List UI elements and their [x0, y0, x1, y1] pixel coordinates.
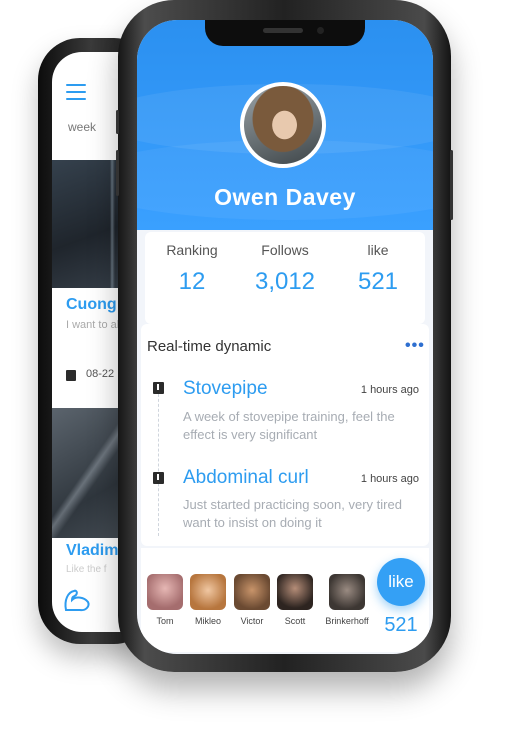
stat-label: Follows — [261, 242, 309, 258]
calendar-icon — [153, 382, 164, 394]
post-title[interactable]: Abdominal curl — [183, 467, 309, 489]
post-timestamp: 1 hours ago — [360, 384, 419, 396]
flexed-arm-icon[interactable] — [62, 586, 92, 614]
post-text: Just started practicing soon, very tired… — [183, 497, 402, 530]
phone-side-button — [116, 150, 119, 196]
front-camera — [317, 27, 324, 34]
avatar[interactable] — [240, 82, 326, 168]
more-options-icon[interactable]: ••• — [405, 337, 425, 355]
phone-notch — [205, 20, 365, 46]
front-phone-screen: Owen Davey Ranking 12 Follows 3,012 like… — [137, 20, 433, 654]
calendar-icon — [66, 370, 76, 381]
post-date: 08-22 — [86, 368, 115, 380]
stat-value: 12 — [178, 268, 206, 295]
section-title: Real-time dynamic — [147, 338, 272, 355]
avatar — [190, 574, 226, 610]
like-button[interactable]: like — [377, 558, 425, 606]
liker-item[interactable]: Scott — [275, 574, 315, 626]
stat-value: 521 — [357, 268, 399, 295]
like-count: 521 — [384, 614, 418, 636]
week-tab[interactable]: week — [68, 120, 96, 134]
liker-name: Scott — [284, 616, 306, 626]
phone-side-button — [116, 110, 119, 134]
speaker-grille — [263, 28, 303, 33]
realtime-dynamic-card: Real-time dynamic ••• Stovepipe 1 hours … — [141, 324, 429, 546]
calendar-icon — [153, 472, 164, 484]
post-author[interactable]: Vladim — [66, 542, 118, 560]
liker-name: Brinkerhoff — [325, 616, 369, 626]
stats-card: Ranking 12 Follows 3,012 like 521 — [145, 232, 425, 324]
post-title[interactable]: Stovepipe — [183, 378, 268, 400]
post-text: A week of stovepipe training, feel the e… — [183, 409, 395, 442]
stat-label: Ranking — [166, 242, 218, 258]
post-author[interactable]: Cuong — [66, 296, 117, 314]
profile-name: Owen Davey — [214, 184, 356, 210]
likes-card: Tom Mikleo Victor Scott Brinkerhoff like… — [141, 548, 429, 652]
liker-name: Tom — [156, 616, 174, 626]
liker-name: Mikleo — [194, 616, 221, 626]
timeline-line — [158, 384, 159, 536]
liker-item[interactable]: Brinkerhoff — [319, 574, 375, 626]
liker-item[interactable]: Victor — [232, 574, 272, 626]
avatar — [329, 574, 365, 610]
avatar — [234, 574, 270, 610]
post-timestamp: 1 hours ago — [360, 473, 419, 485]
liker-item[interactable]: Mikleo — [188, 574, 228, 626]
menu-icon[interactable] — [66, 84, 86, 100]
avatar — [147, 574, 183, 610]
liker-item[interactable]: Tom — [145, 574, 185, 626]
avatar — [277, 574, 313, 610]
profile-header: Owen Davey — [137, 20, 433, 230]
stat-label: like — [367, 242, 389, 258]
liker-name: Victor — [240, 616, 264, 626]
stat-value: 3,012 — [254, 268, 316, 295]
phone-side-button — [450, 150, 453, 220]
